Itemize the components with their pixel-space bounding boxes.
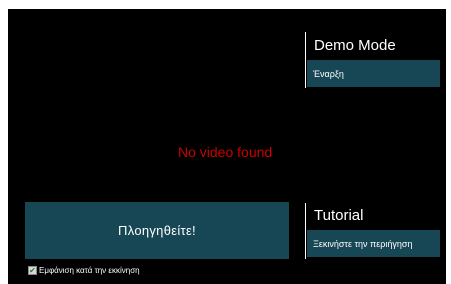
demo-mode-divider xyxy=(305,32,306,88)
demo-start-button-label: Έναρξη xyxy=(313,68,344,79)
demo-mode-title: Demo Mode xyxy=(314,37,396,54)
tutorial-start-button-label: Ξεκινήστε την περιήγηση xyxy=(313,238,413,249)
tutorial-title: Tutorial xyxy=(314,207,364,224)
show-at-startup-checkbox[interactable]: ✔ xyxy=(28,266,37,275)
no-video-message: No video found xyxy=(178,144,273,160)
demo-start-button[interactable]: Έναρξη xyxy=(307,60,440,87)
show-at-startup-label: Εμφάνιση κατά την εκκίνηση xyxy=(39,266,140,275)
show-at-startup-option[interactable]: ✔ Εμφάνιση κατά την εκκίνηση xyxy=(28,266,140,275)
navigate-button[interactable]: Πλοηγηθείτε! xyxy=(25,202,289,259)
tutorial-start-button[interactable]: Ξεκινήστε την περιήγηση xyxy=(307,230,440,257)
tutorial-divider xyxy=(305,203,306,259)
navigate-button-label: Πλοηγηθείτε! xyxy=(118,223,196,238)
